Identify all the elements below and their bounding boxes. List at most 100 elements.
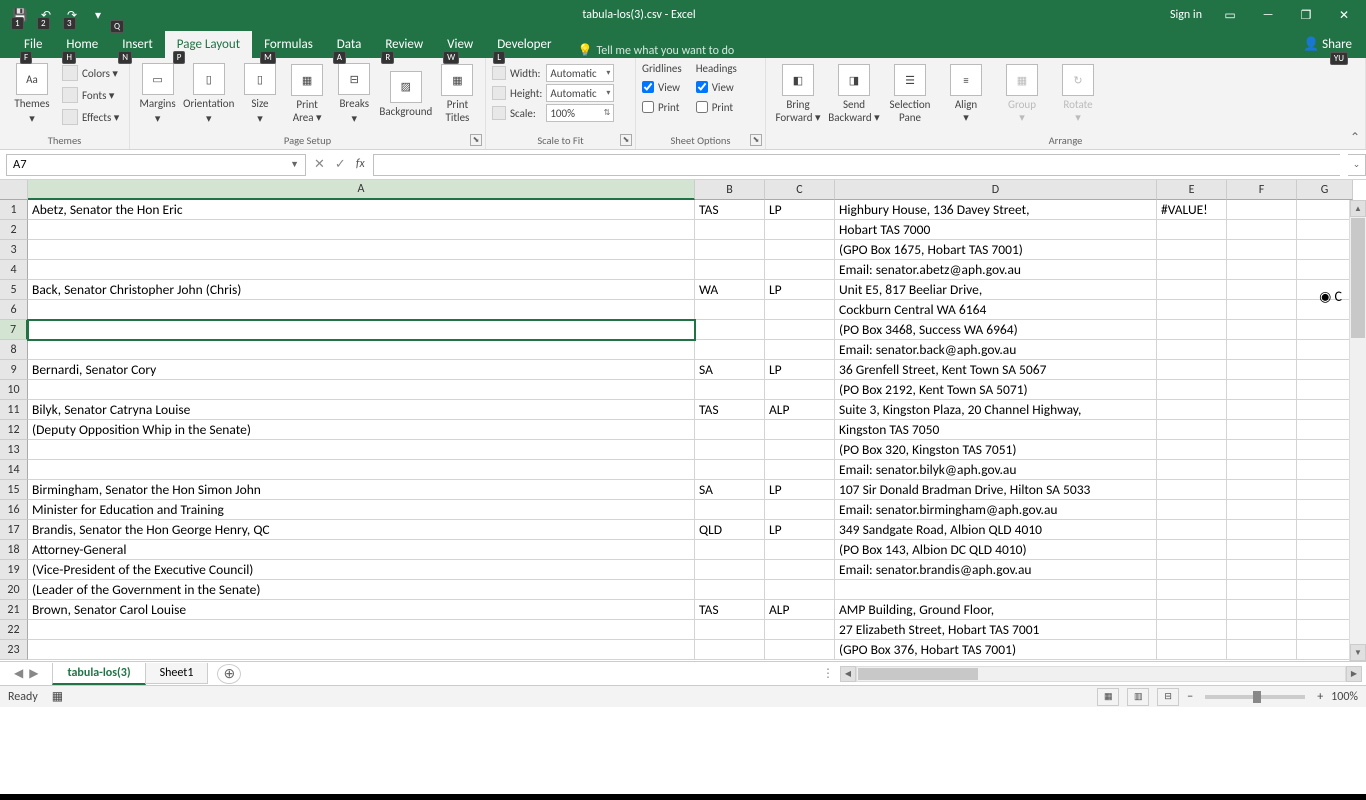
cell-G4[interactable]	[1297, 260, 1353, 280]
cell-A16[interactable]: Minister for Education and Training	[28, 500, 695, 520]
cell-F18[interactable]	[1227, 540, 1297, 560]
cell-D14[interactable]: Email: senator.bilyk@aph.gov.au	[835, 460, 1157, 480]
cell-G12[interactable]	[1297, 420, 1353, 440]
cell-B16[interactable]	[695, 500, 765, 520]
cell-D17[interactable]: 349 Sandgate Road, Albion QLD 4010	[835, 520, 1157, 540]
cell-A18[interactable]: Attorney-General	[28, 540, 695, 560]
qat-customize[interactable]: ▾	[88, 5, 108, 25]
cell-B10[interactable]	[695, 380, 765, 400]
cell-A12[interactable]: (Deputy Opposition Whip in the Senate)	[28, 420, 695, 440]
cell-A8[interactable]	[28, 340, 695, 360]
cell-D22[interactable]: 27 Elizabeth Street, Hobart TAS 7001	[835, 620, 1157, 640]
cell-G9[interactable]	[1297, 360, 1353, 380]
tab-home[interactable]: HomeH	[54, 31, 110, 58]
scroll-thumb-h[interactable]	[858, 668, 978, 680]
cell-C19[interactable]	[765, 560, 835, 580]
print-titles-button[interactable]: ▦Print Titles	[436, 60, 479, 128]
fx-icon[interactable]: fx	[356, 157, 365, 172]
row-head-12[interactable]: 12	[0, 420, 28, 440]
row-head-20[interactable]: 20	[0, 580, 28, 600]
tab-file[interactable]: FileF	[12, 31, 54, 58]
normal-view-button[interactable]: ▦	[1097, 688, 1119, 706]
cell-G11[interactable]	[1297, 400, 1353, 420]
cell-E10[interactable]	[1157, 380, 1227, 400]
col-head-E[interactable]: E	[1157, 180, 1227, 200]
cell-E14[interactable]	[1157, 460, 1227, 480]
cell-A22[interactable]	[28, 620, 695, 640]
cell-G7[interactable]	[1297, 320, 1353, 340]
cell-A11[interactable]: Bilyk, Senator Catryna Louise	[28, 400, 695, 420]
cell-E22[interactable]	[1157, 620, 1227, 640]
cell-C12[interactable]	[765, 420, 835, 440]
cell-E19[interactable]	[1157, 560, 1227, 580]
scale-launcher[interactable]: ⬊	[620, 134, 632, 146]
cell-E9[interactable]	[1157, 360, 1227, 380]
cell-G19[interactable]	[1297, 560, 1353, 580]
cancel-formula-icon[interactable]: ✕	[314, 157, 325, 172]
zoom-level[interactable]: 100%	[1331, 690, 1358, 704]
cell-F11[interactable]	[1227, 400, 1297, 420]
cell-C15[interactable]: LP	[765, 480, 835, 500]
zoom-slider[interactable]	[1205, 695, 1305, 699]
row-head-14[interactable]: 14	[0, 460, 28, 480]
cell-B1[interactable]: TAS	[695, 200, 765, 220]
macro-record-icon[interactable]: ▦	[52, 689, 63, 704]
cell-D16[interactable]: Email: senator.birmingham@aph.gov.au	[835, 500, 1157, 520]
cell-A14[interactable]	[28, 460, 695, 480]
cell-F14[interactable]	[1227, 460, 1297, 480]
cell-A3[interactable]	[28, 240, 695, 260]
cell-A1[interactable]: Abetz, Senator the Hon Eric	[28, 200, 695, 220]
cell-F4[interactable]	[1227, 260, 1297, 280]
tab-developer[interactable]: DeveloperL	[485, 31, 563, 58]
cell-D20[interactable]	[835, 580, 1157, 600]
minimize-button[interactable]: —	[1258, 5, 1278, 25]
cell-B15[interactable]: SA	[695, 480, 765, 500]
cell-E2[interactable]	[1157, 220, 1227, 240]
breaks-button[interactable]: ⊟Breaks▾	[333, 60, 376, 128]
tab-insert[interactable]: InsertN	[110, 31, 165, 58]
cell-D12[interactable]: Kingston TAS 7050	[835, 420, 1157, 440]
cell-B11[interactable]: TAS	[695, 400, 765, 420]
col-head-B[interactable]: B	[695, 180, 765, 200]
tab-page-layout[interactable]: Page LayoutP	[165, 31, 252, 58]
cell-F10[interactable]	[1227, 380, 1297, 400]
row-head-22[interactable]: 22	[0, 620, 28, 640]
cell-D13[interactable]: (PO Box 320, Kingston TAS 7051)	[835, 440, 1157, 460]
cell-C18[interactable]	[765, 540, 835, 560]
cell-F12[interactable]	[1227, 420, 1297, 440]
cell-G21[interactable]	[1297, 600, 1353, 620]
row-head-21[interactable]: 21	[0, 600, 28, 620]
horizontal-scrollbar[interactable]	[856, 666, 1346, 682]
cell-A21[interactable]: Brown, Senator Carol Louise	[28, 600, 695, 620]
cell-D6[interactable]: Cockburn Central WA 6164	[835, 300, 1157, 320]
cell-C13[interactable]	[765, 440, 835, 460]
enter-formula-icon[interactable]: ✓	[335, 157, 346, 172]
themes-button[interactable]: AaThemes▾	[6, 60, 58, 128]
bring-forward-button[interactable]: ◧Bring Forward ▾	[772, 60, 824, 128]
share-button[interactable]: 👤 Share	[1289, 31, 1366, 58]
cell-C2[interactable]	[765, 220, 835, 240]
col-head-A[interactable]: A	[28, 180, 695, 200]
send-backward-button[interactable]: ◨Send Backward ▾	[828, 60, 880, 128]
cell-C11[interactable]: ALP	[765, 400, 835, 420]
tab-split-handle[interactable]: ⋮	[822, 666, 834, 681]
cell-B13[interactable]	[695, 440, 765, 460]
collapse-ribbon-icon[interactable]: ⌃	[1350, 130, 1360, 145]
cell-E18[interactable]	[1157, 540, 1227, 560]
cell-D11[interactable]: Suite 3, Kingston Plaza, 20 Channel High…	[835, 400, 1157, 420]
cell-B4[interactable]	[695, 260, 765, 280]
print-area-button[interactable]: ▦Print Area ▾	[286, 60, 329, 128]
size-button[interactable]: ▯Size▾	[238, 60, 281, 128]
cell-A15[interactable]: Birmingham, Senator the Hon Simon John	[28, 480, 695, 500]
close-button[interactable]: ✕	[1334, 5, 1354, 25]
row-head-16[interactable]: 16	[0, 500, 28, 520]
zoom-in-button[interactable]: +	[1317, 690, 1323, 704]
sheet-tab-active[interactable]: tabula-los(3)	[52, 663, 145, 685]
cell-B17[interactable]: QLD	[695, 520, 765, 540]
zoom-thumb[interactable]	[1253, 691, 1261, 703]
qat-save[interactable]: 💾1	[10, 5, 30, 25]
cell-A19[interactable]: (Vice-President of the Executive Council…	[28, 560, 695, 580]
cell-D3[interactable]: (GPO Box 1675, Hobart TAS 7001)	[835, 240, 1157, 260]
cell-E21[interactable]	[1157, 600, 1227, 620]
cell-E17[interactable]	[1157, 520, 1227, 540]
